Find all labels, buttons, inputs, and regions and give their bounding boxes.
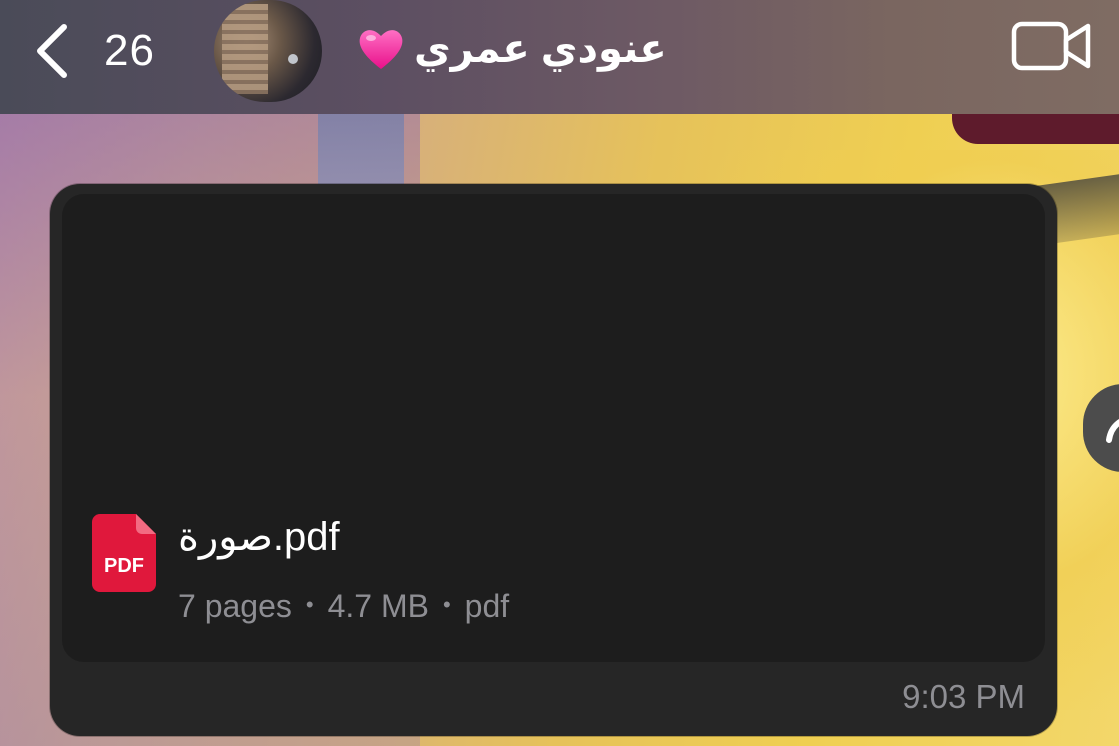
avatar-moon xyxy=(288,54,298,64)
message-bubble[interactable]: PDF صورة.pdf 7 pages • 4.7 MB • pdf 9:03… xyxy=(50,184,1057,736)
unread-count: 26 xyxy=(104,26,155,75)
video-camera-icon xyxy=(1011,21,1091,71)
file-type: pdf xyxy=(464,588,510,624)
pdf-icon-label: PDF xyxy=(104,555,144,577)
avatar-building xyxy=(222,4,268,94)
file-meta: 7 pages • 4.7 MB • pdf xyxy=(178,588,509,625)
file-attachment[interactable]: PDF صورة.pdf 7 pages • 4.7 MB • pdf xyxy=(62,194,1045,662)
contact-name: عنودي عمري xyxy=(414,27,667,71)
back-button[interactable]: 26 xyxy=(34,18,155,84)
contact-title[interactable]: عنودي عمري xyxy=(356,14,667,84)
meta-separator: • xyxy=(305,591,314,617)
meta-separator: • xyxy=(442,591,451,617)
avatar[interactable] xyxy=(214,0,322,102)
file-pages: 7 pages xyxy=(178,588,292,624)
reply-arrow-icon xyxy=(1106,419,1119,443)
chat-screen: 26 عنودي عمري PDF صورة.pdf 7 pages • 4.7… xyxy=(0,0,1119,746)
pdf-file-icon: PDF xyxy=(92,514,156,592)
file-size: 4.7 MB xyxy=(327,588,429,624)
pink-heart-icon xyxy=(356,24,406,74)
chat-header: 26 عنودي عمري xyxy=(0,0,1119,114)
video-call-button[interactable] xyxy=(1010,18,1094,74)
chevron-left-icon xyxy=(34,23,68,79)
message-time: 9:03 PM xyxy=(902,678,1025,715)
file-name: صورة.pdf xyxy=(178,515,340,559)
